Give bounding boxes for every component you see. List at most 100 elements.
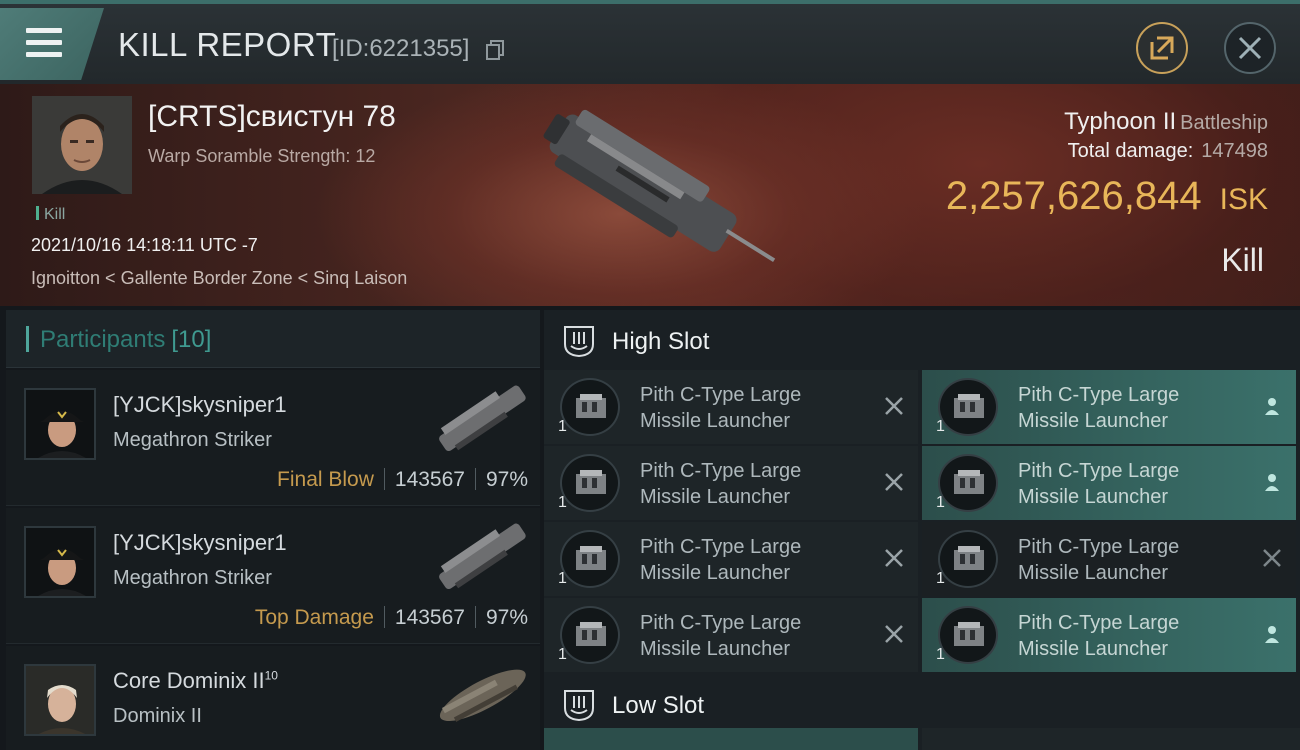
fitting-panel: High Slot 1 Pith C-Type Large Missile Lau… [544,310,1300,750]
dropped-person-icon [1265,474,1279,491]
warp-scramble-strength: Warp Soramble Strength: 12 [148,146,376,166]
participant-ship-image [439,523,526,590]
destroyed-icon [885,473,903,491]
module-name-line2: Missile Launcher [640,638,791,660]
participant-ship: Dominix II [113,705,202,727]
participant-name: Core Dominix II10 [113,668,278,694]
missile-launcher-icon [938,530,998,588]
module-name: Pith C-Type Large Missile Launcher [640,534,801,586]
page-title: KILL REPORT [118,26,337,63]
module-item[interactable]: 1 Pith C-Type Large Missile Launcher [922,370,1296,444]
participant-row[interactable]: Core Dominix II10 Dominix II [6,646,540,750]
share-button[interactable] [1136,22,1188,74]
ship-class: Battleship [1180,112,1268,134]
module-name-line2: Missile Launcher [1018,486,1169,508]
kill-location: Ignoitton < Gallente Border Zone < Sinq … [31,268,408,288]
module-name-line2: Missile Launcher [1018,562,1169,584]
ship-render-image [543,109,776,263]
menu-button[interactable] [0,8,104,80]
ship-name: Typhoon II [1064,108,1177,135]
high-slot-grid: 1 Pith C-Type Large Missile Launcher 1 Pi… [544,370,1300,674]
low-slot-icon [564,690,594,722]
module-name: Pith C-Type Large Missile Launcher [1018,534,1179,586]
participants-count: [10] [171,326,212,353]
participant-row[interactable]: [YJCK]skysniper1 Megathron Striker Top D… [6,508,540,644]
participant-damage: 143567 [394,468,465,491]
module-item[interactable]: 1 Pith C-Type Large Missile Launcher [544,446,918,520]
missile-launcher-icon [938,378,998,436]
module-item[interactable]: 1 Pith C-Type Large Missile Launcher [544,370,918,444]
isk-value: 2,257,626,844 ISK [946,174,1268,219]
module-name-line1: Pith C-Type Large [1018,384,1180,406]
module-quantity: 1 [558,646,567,663]
participants-label: Participants [40,326,166,353]
participant-name: [YJCK]skysniper1 [113,530,287,555]
participant-ship: Megathron Striker [113,429,272,451]
module-name-line1: Pith C-Type Large [1018,536,1180,558]
low-slot-item-partial[interactable] [922,728,1300,750]
victim-name[interactable]: [CRTS]свистун 78 [148,100,396,134]
isk-unit: ISK [1219,183,1268,216]
header-accent-bar [26,326,29,352]
participant-row[interactable]: [YJCK]skysniper1 Megathron Striker Final… [6,370,540,506]
module-item[interactable]: 1 Pith C-Type Large Missile Launcher [544,522,918,596]
participant-stats: Top Damage 143567 97% [255,606,528,630]
isk-amount: 2,257,626,844 [945,174,1202,218]
participant-percent: 97% [485,606,528,629]
module-item[interactable]: 1 Pith C-Type Large Missile Launcher [922,446,1296,520]
module-name-line1: Pith C-Type Large [640,384,802,406]
high-slot-icon [564,326,594,358]
avatar[interactable] [24,388,96,460]
module-quantity: 1 [558,494,567,511]
kill-summary-banner: [CRTS]свистун 78 Warp Soramble Strength:… [0,84,1300,306]
missile-launcher-icon [560,530,620,588]
module-name: Pith C-Type Large Missile Launcher [1018,458,1179,510]
module-name-line1: Pith C-Type Large [1018,612,1180,634]
avatar[interactable] [24,526,96,598]
module-item[interactable]: 1 Pith C-Type Large Missile Launcher [922,522,1296,596]
participant-ship: Megathron Striker [113,567,272,589]
divider [383,468,385,490]
participant-ship-image [439,669,526,722]
destroyed-icon [885,397,903,415]
copy-icon[interactable] [486,40,504,60]
divider [474,468,476,490]
module-name-line2: Missile Launcher [1018,638,1169,660]
missile-launcher-icon [560,606,620,664]
total-damage-label: Total damage: [1067,140,1194,162]
close-icon [1238,36,1262,60]
module-name: Pith C-Type Large Missile Launcher [640,458,801,510]
low-slot-header: Low Slot [544,674,1300,728]
module-quantity: 1 [936,418,945,435]
module-quantity: 1 [558,418,567,435]
dropped-person-icon [1265,398,1279,415]
low-slot-item-partial[interactable] [544,728,918,750]
victim-avatar[interactable] [32,96,132,194]
divider [474,606,476,628]
total-damage: Total damage: 147498 [1068,140,1268,163]
participant-percent: 97% [485,468,528,491]
module-name-line2: Missile Launcher [640,410,791,432]
participant-name-text: Core Dominix II [113,668,265,693]
missile-launcher-icon [938,606,998,664]
participants-panel: Participants [10] [YJCK]skysniper1 Megath… [6,310,540,750]
kill-datetime: 2021/10/16 14:18:11 UTC -7 [31,235,258,255]
kill-result: Kill [1221,242,1264,278]
module-name: Pith C-Type Large Missile Launcher [1018,382,1179,434]
victim-ship[interactable]: Typhoon II Battleship [1064,108,1268,136]
avatar[interactable] [24,664,96,736]
destroyed-icon [885,625,903,643]
high-slot-header: High Slot [544,310,1300,370]
destroyed-icon [1263,549,1281,567]
menu-icon [26,28,62,58]
module-name-line1: Pith C-Type Large [640,536,802,558]
missile-launcher-icon [938,454,998,512]
participants-title: Participants [10] [40,326,211,354]
participant-role: Top Damage [254,606,374,629]
module-item[interactable]: 1 Pith C-Type Large Missile Launcher [544,598,918,672]
module-quantity: 1 [936,646,945,663]
close-button[interactable] [1224,22,1276,74]
participant-damage: 143567 [394,606,465,629]
module-item[interactable]: 1 Pith C-Type Large Missile Launcher [922,598,1296,672]
share-icon [1150,36,1174,60]
